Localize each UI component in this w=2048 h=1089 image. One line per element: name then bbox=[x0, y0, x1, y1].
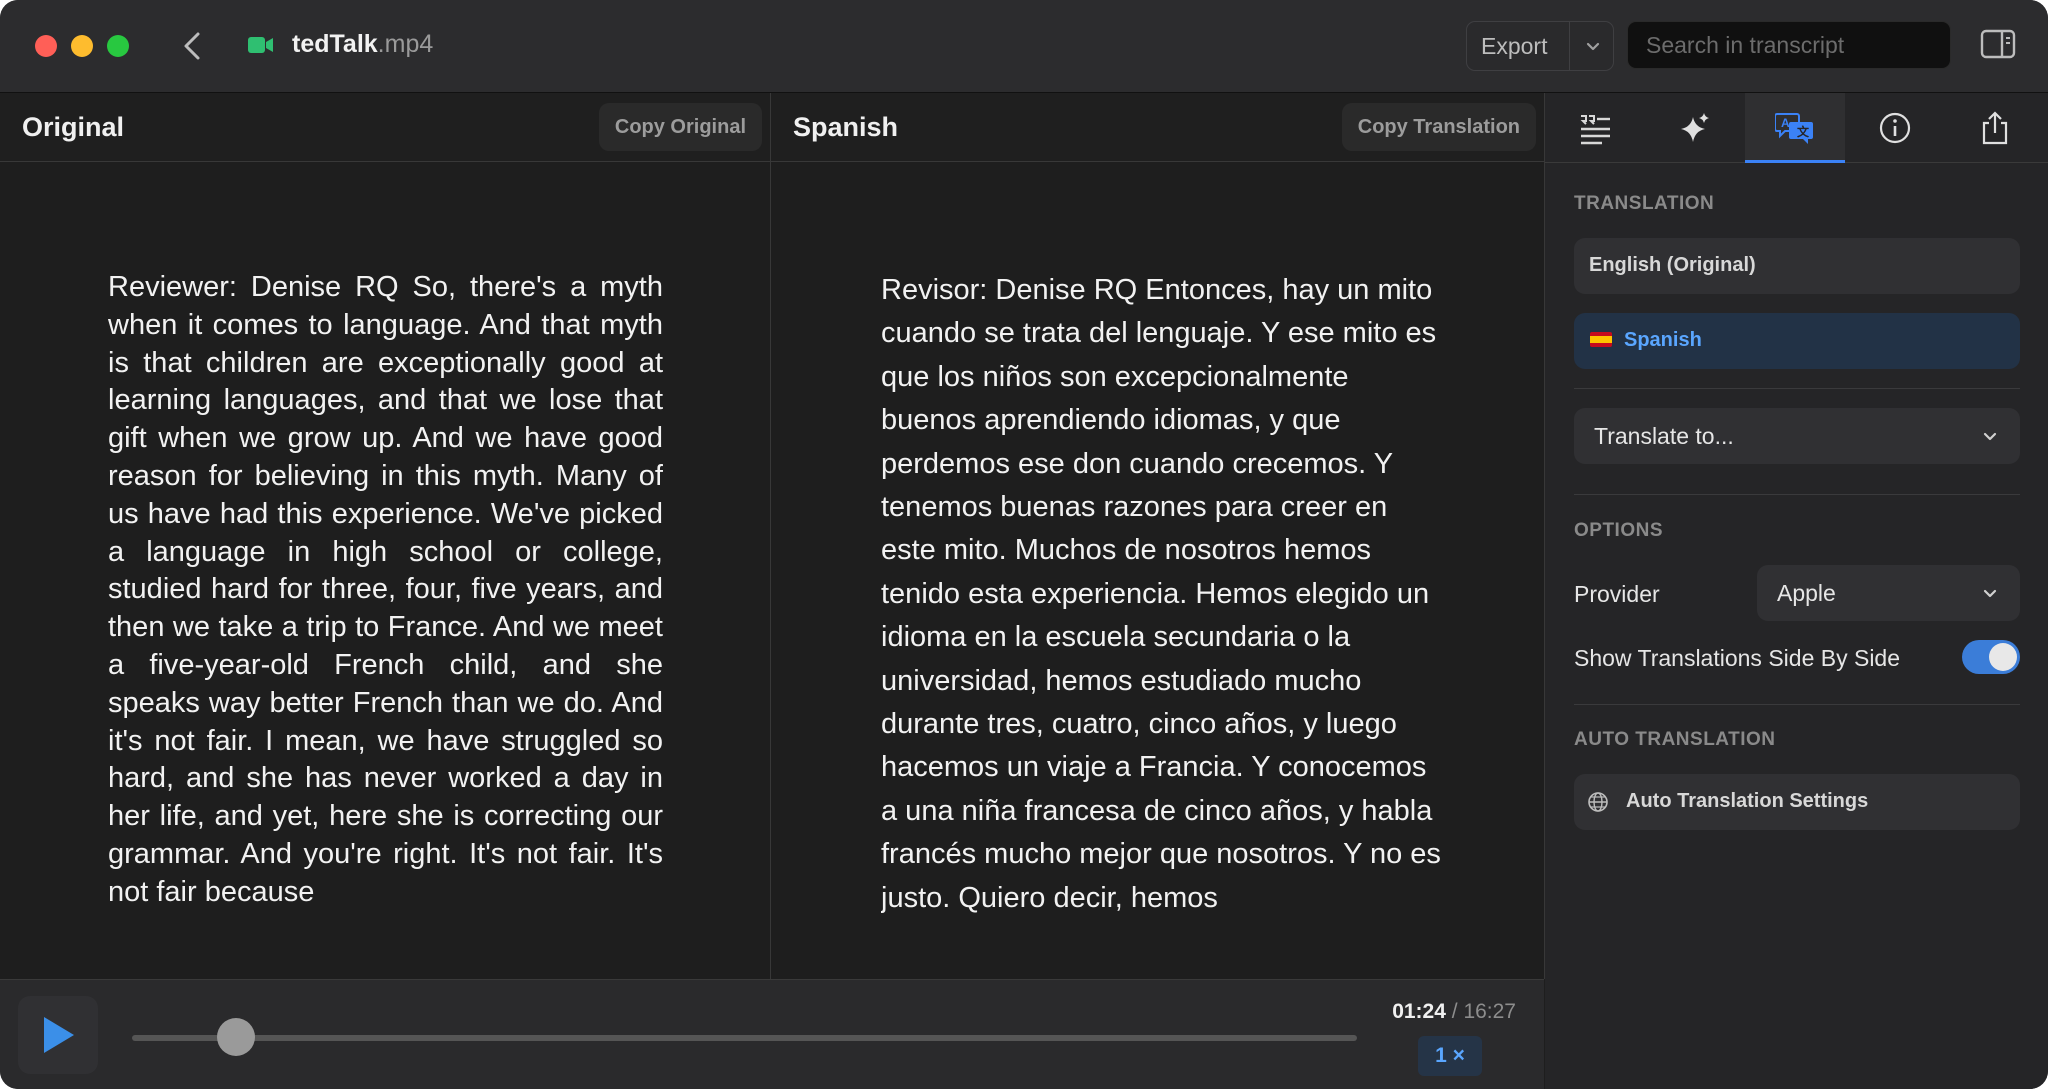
file-title: tedTalk.mp4 bbox=[292, 30, 434, 58]
translate-to-label: Translate to... bbox=[1594, 423, 1734, 449]
translation-pane: Spanish Copy Translation Revisor: Denise… bbox=[771, 93, 1545, 979]
tab-translation[interactable]: A 文 bbox=[1745, 93, 1845, 163]
side-by-side-toggle[interactable] bbox=[1962, 640, 2020, 674]
share-icon bbox=[1982, 111, 2008, 145]
language-label: Spanish bbox=[1624, 329, 1702, 351]
inspector-tabs: A 文 bbox=[1545, 93, 2048, 163]
zoom-window-button[interactable] bbox=[107, 35, 129, 57]
play-button[interactable] bbox=[18, 996, 98, 1074]
language-item-spanish[interactable]: Spanish bbox=[1574, 313, 2020, 369]
app-window: tedTalk.mp4 Export Original Copy Origina… bbox=[0, 0, 2048, 1089]
provider-label: Provider bbox=[1574, 581, 1660, 607]
progress-knob[interactable] bbox=[217, 1018, 256, 1056]
translate-to-select[interactable]: Translate to... bbox=[1574, 408, 2020, 464]
divider bbox=[1574, 704, 2020, 705]
progress-track[interactable] bbox=[132, 1035, 1357, 1041]
tab-info[interactable] bbox=[1845, 93, 1945, 162]
player-bar: 01:24 / 16:27 1 × bbox=[0, 979, 1544, 1089]
export-label: Export bbox=[1481, 33, 1548, 59]
provider-select[interactable]: Apple bbox=[1757, 565, 2020, 621]
options-section-label: OPTIONS bbox=[1574, 520, 1664, 541]
chevron-left-icon bbox=[184, 32, 200, 60]
info-icon bbox=[1879, 112, 1911, 144]
copy-translation-button[interactable]: Copy Translation bbox=[1341, 103, 1536, 151]
play-icon bbox=[44, 1017, 74, 1053]
close-window-button[interactable] bbox=[35, 35, 57, 57]
translation-title: Spanish bbox=[793, 112, 899, 142]
tab-ai[interactable] bbox=[1645, 93, 1745, 162]
video-file-icon bbox=[248, 37, 273, 53]
original-transcript-text: Reviewer: Denise RQ So, there's a myth w… bbox=[108, 271, 663, 908]
inspector-sidebar: A 文 TRANSLATION English (Original) Spani… bbox=[1545, 93, 2048, 1089]
globe-icon bbox=[1588, 792, 1608, 812]
original-title: Original bbox=[22, 112, 125, 142]
provider-value: Apple bbox=[1777, 580, 1836, 606]
export-divider bbox=[1569, 22, 1570, 70]
chevron-down-icon bbox=[1983, 589, 1997, 598]
svg-text:文: 文 bbox=[1797, 124, 1810, 139]
auto-translation-section-label: AUTO TRANSLATION bbox=[1574, 729, 1776, 750]
search-input[interactable] bbox=[1627, 21, 1951, 69]
title-bar: tedTalk.mp4 Export bbox=[0, 0, 2048, 93]
auto-translation-settings-label: Auto Translation Settings bbox=[1626, 790, 1869, 812]
minimize-window-button[interactable] bbox=[71, 35, 93, 57]
language-item-english[interactable]: English (Original) bbox=[1574, 238, 2020, 294]
playback-speed-button[interactable]: 1 × bbox=[1418, 1036, 1482, 1076]
original-header: Original Copy Original bbox=[0, 93, 770, 162]
translation-section-label: TRANSLATION bbox=[1574, 193, 1715, 214]
spain-flag-icon bbox=[1590, 332, 1612, 347]
tab-share[interactable] bbox=[1945, 93, 2045, 162]
translation-transcript-text: Revisor: Denise RQ Entonces, hay un mito… bbox=[881, 274, 1441, 914]
sparkles-icon bbox=[1681, 113, 1709, 142]
original-pane: Original Copy Original Reviewer: Denise … bbox=[0, 93, 771, 979]
tab-transcript[interactable] bbox=[1545, 93, 1645, 162]
sidebar-toggle-icon[interactable] bbox=[1980, 29, 2016, 59]
translate-icon: A 文 bbox=[1775, 113, 1813, 144]
side-by-side-label: Show Translations Side By Side bbox=[1574, 645, 1901, 671]
language-label: English (Original) bbox=[1589, 254, 1756, 276]
auto-translation-settings-button[interactable]: Auto Translation Settings bbox=[1574, 774, 2020, 830]
svg-text:A: A bbox=[1781, 116, 1790, 130]
transcript-icon bbox=[1580, 115, 1610, 145]
copy-original-button[interactable]: Copy Original bbox=[598, 103, 762, 151]
translation-header: Spanish Copy Translation bbox=[771, 93, 1544, 162]
divider bbox=[1574, 494, 2020, 495]
current-time: 01:24 bbox=[1392, 1000, 1446, 1023]
chevron-down-icon bbox=[1983, 432, 1997, 441]
time-readout: 01:24 / 16:27 bbox=[1392, 1000, 1516, 1023]
back-button[interactable] bbox=[178, 26, 208, 66]
export-button[interactable]: Export bbox=[1466, 21, 1614, 71]
chevron-down-icon[interactable] bbox=[1581, 34, 1605, 58]
duration: 16:27 bbox=[1463, 1000, 1516, 1023]
divider bbox=[1574, 388, 2020, 389]
toggle-thumb bbox=[1989, 643, 2017, 671]
